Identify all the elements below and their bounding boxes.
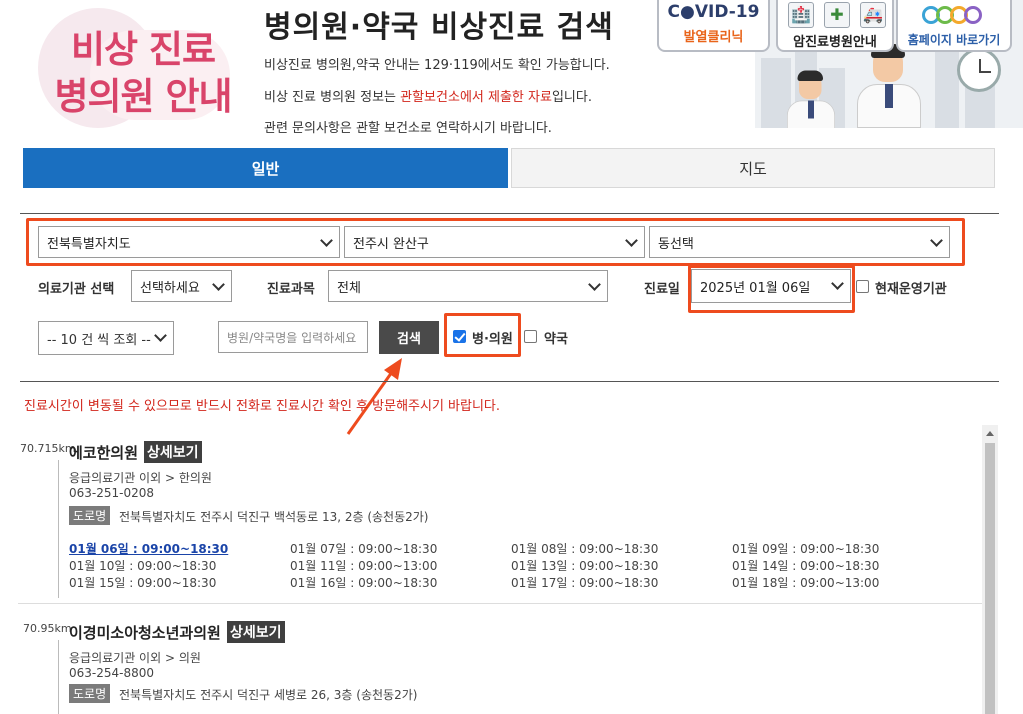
address: 전북특별자치도 전주시 덕진구 세병로 26, 3층 (송천동2가) [119, 688, 418, 702]
doctor-illustration [853, 44, 925, 128]
chevron-down-icon [588, 280, 600, 292]
open-now-label: 현재운영기관 [875, 282, 947, 297]
phone: 063-251-0208 [69, 486, 155, 500]
chevron-down-icon [930, 236, 942, 248]
schedule-entry: 01월 11일 : 09:00~13:00 [290, 559, 438, 573]
logo-line-1: 비상 진료 [70, 28, 216, 71]
chevron-down-icon [320, 236, 332, 248]
detail-button[interactable]: 상세보기 [227, 621, 285, 643]
tab-map[interactable]: 지도 [511, 148, 995, 188]
address: 전북특별자치도 전주시 덕진구 백석동로 13, 2층 (송천동2가) [119, 510, 429, 524]
road-tag: 도로명 [69, 506, 111, 525]
covid-clinic-link[interactable]: C●VID-19 발열클리닉 [657, 0, 770, 52]
scrollbar-thumb[interactable] [985, 443, 995, 714]
schedule-entry: 01월 17일 : 09:00~18:30 [511, 576, 659, 590]
institution-label: 의료기관 선택 [38, 282, 115, 297]
scroll-up-icon[interactable] [986, 431, 994, 436]
scrollbar[interactable] [982, 425, 998, 714]
schedule-entry: 01월 07일 : 09:00~18:30 [290, 542, 438, 556]
tab-general[interactable]: 일반 [23, 148, 508, 188]
ambulance-icon: 🚑 [860, 2, 886, 28]
schedule-entry: 01월 15일 : 09:00~18:30 [69, 576, 217, 590]
chevron-down-icon [212, 280, 224, 292]
sido-select[interactable]: 전북특별자치도 [38, 226, 340, 258]
department-select[interactable]: 전체 [328, 270, 608, 302]
date-label: 진료일 [644, 282, 680, 297]
schedule-entry: 01월 10일 : 09:00~18:30 [69, 559, 217, 573]
logo-text: 비상 진료 병의원 안내 [48, 26, 238, 120]
search-button[interactable]: 검색 [379, 321, 439, 354]
pharmacy-label: 약국 [544, 332, 568, 347]
open-now-checkbox[interactable] [856, 280, 869, 293]
institution-select[interactable]: 선택하세요 [131, 270, 232, 302]
chevron-down-icon [625, 236, 637, 248]
hospital-label: 병·의원 [472, 332, 513, 347]
page-title: 병의원·약국 비상진료 검색 [264, 10, 614, 45]
info-highlight: 관할보건소에서 제출한 자료 [400, 90, 552, 105]
dong-select[interactable]: 동선택 [649, 226, 950, 258]
distance: 70.95km [23, 622, 72, 635]
chevron-down-icon [831, 279, 843, 291]
homepage-label: 홈페이지 바로가기 [907, 33, 1001, 47]
distance: 70.715km [20, 442, 76, 455]
pharmacy-checkbox[interactable] [524, 330, 537, 343]
doctor-illustration-2 [784, 70, 838, 128]
schedule-entry: 01월 18일 : 09:00~13:00 [732, 576, 880, 590]
divider [20, 381, 999, 382]
cancer-hospital-link[interactable]: 🏥 ✚ 🚑 암진료병원안내 [776, 0, 894, 52]
detail-button[interactable]: 상세보기 [144, 441, 202, 463]
page-size-select[interactable]: -- 10 건 씩 조회 -- [38, 321, 174, 355]
clock-icon [957, 48, 1001, 92]
notice-text: 진료시간이 변동될 수 있으므로 반드시 전화로 진료시간 확인 후 방문해주시… [24, 399, 501, 414]
result-divider [18, 603, 982, 604]
logo-line-2: 병의원 안내 [54, 75, 232, 118]
info-line-3: 관련 문의사항은 관할 보건소로 연락하시기 바랍니다. [264, 121, 552, 136]
hospital-checkbox[interactable] [453, 330, 466, 343]
road-tag: 도로명 [69, 684, 111, 703]
covid-title: C●VID-19 [667, 2, 760, 22]
hospital-name[interactable]: 에코한의원 [69, 442, 138, 463]
results-list: 70.715km 에코한의원 상세보기 응급의료기관 이외 > 한의원 063-… [18, 425, 982, 714]
category: 응급의료기관 이외 > 의원 [69, 651, 201, 665]
medical-cross-icon: ✚ [824, 2, 850, 28]
homepage-link[interactable]: 홈페이지 바로가기 [896, 0, 1012, 52]
divider [20, 213, 999, 214]
info-line-2: 비상 진료 병의원 정보는 관할보건소에서 제출한 자료입니다. [264, 90, 592, 105]
search-input[interactable]: 병원/약국명을 입력하세요 [218, 321, 368, 353]
date-select[interactable]: 2025년 01월 06일 [691, 269, 851, 303]
department-label: 진료과목 [267, 282, 315, 297]
schedule-today[interactable]: 01월 06일 : 09:00~18:30 [69, 540, 228, 557]
hospital-name[interactable]: 이경미소아청소년과의원 [69, 622, 221, 643]
phone: 063-254-8800 [69, 666, 155, 680]
schedule-entry: 01월 09일 : 09:00~18:30 [732, 542, 880, 556]
schedule-entry: 01월 16일 : 09:00~18:30 [290, 576, 438, 590]
schedule-entry: 01월 14일 : 09:00~18:30 [732, 559, 880, 573]
hospital-building-icon: 🏥 [788, 2, 814, 28]
covid-subtitle: 발열클리닉 [683, 30, 744, 45]
homepage-logo-icon [922, 4, 992, 28]
info-line-1: 비상진료 병의원,약국 안내는 129·119에서도 확인 가능합니다. [264, 58, 610, 73]
schedule-entry: 01월 08일 : 09:00~18:30 [511, 542, 659, 556]
category: 응급의료기관 이외 > 한의원 [69, 471, 212, 485]
gugun-select[interactable]: 전주시 완산구 [344, 226, 645, 258]
schedule-entry: 01월 13일 : 09:00~18:30 [511, 559, 659, 573]
cancer-hospital-label: 암진료병원안내 [793, 35, 877, 50]
chevron-down-icon [154, 331, 166, 343]
site-logo: 비상 진료 병의원 안내 [20, 0, 245, 140]
